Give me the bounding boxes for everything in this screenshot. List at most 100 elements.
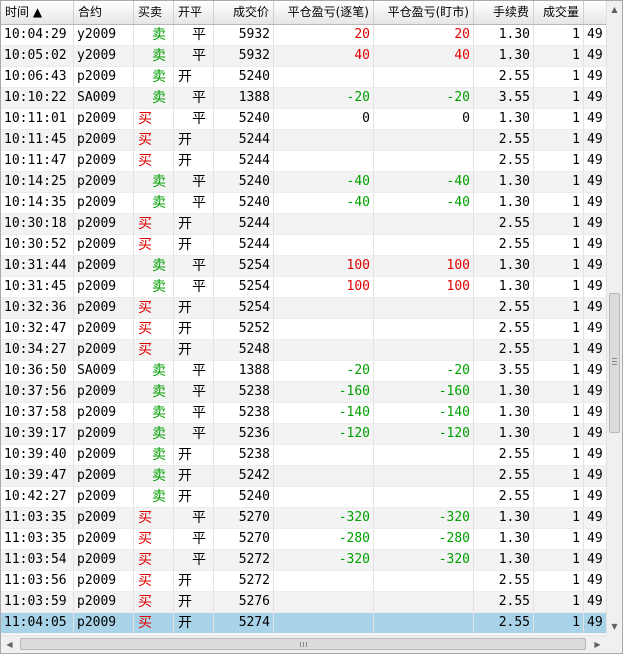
cell-pnl-trade: [274, 340, 374, 360]
cell-open-close: 开: [174, 340, 214, 360]
cell-open-close: 平: [174, 172, 214, 192]
column-header-extra[interactable]: [584, 1, 606, 24]
table-row[interactable]: 10:37:58 p2009 卖平 5238 -140 -140 1.30 1 49: [1, 403, 606, 424]
cell-pnl-trade: [274, 592, 374, 612]
cell-pnl-mark: [374, 298, 474, 318]
cell-extra: 49: [584, 445, 606, 465]
column-header-price[interactable]: 成交价: [214, 1, 274, 24]
cell-price: 5242: [214, 466, 274, 486]
table-row[interactable]: 10:31:45 p2009 卖平 5254 100 100 1.30 1 49: [1, 277, 606, 298]
table-row[interactable]: 10:31:44 p2009 卖平 5254 100 100 1.30 1 49: [1, 256, 606, 277]
table-row[interactable]: 10:14:35 p2009 卖平 5240 -40 -40 1.30 1 49: [1, 193, 606, 214]
cell-side: 买: [134, 550, 174, 570]
cell-extra: 49: [584, 256, 606, 276]
cell-fee: 1.30: [474, 529, 534, 549]
table-row[interactable]: 11:03:35 p2009 买平 5270 -320 -320 1.30 1 49: [1, 508, 606, 529]
table-row[interactable]: 10:11:01 p2009 买平 5240 0 0 1.30 1 49: [1, 109, 606, 130]
horizontal-scrollbar[interactable]: ◀ ▶: [1, 635, 606, 653]
table-row[interactable]: 11:03:56 p2009 买开 5272 2.55 1 49: [1, 571, 606, 592]
cell-pnl-trade: -320: [274, 550, 374, 570]
cell-pnl-mark: -320: [374, 550, 474, 570]
table-row[interactable]: 10:11:45 p2009 买开 5244 2.55 1 49: [1, 130, 606, 151]
column-header-contract[interactable]: 合约: [74, 1, 134, 24]
cell-pnl-trade: -40: [274, 193, 374, 213]
cell-contract: y2009: [74, 46, 134, 66]
vertical-scrollbar[interactable]: ▲ ▼: [606, 1, 622, 637]
cell-fee: 1.30: [474, 403, 534, 423]
table-row[interactable]: 10:32:47 p2009 买开 5252 2.55 1 49: [1, 319, 606, 340]
column-header-time[interactable]: 时间 ▲: [1, 1, 74, 24]
table-row[interactable]: 10:39:47 p2009 卖开 5242 2.55 1 49: [1, 466, 606, 487]
cell-extra: 49: [584, 319, 606, 339]
grip-line: [612, 361, 617, 362]
table-row[interactable]: 11:03:54 p2009 买平 5272 -320 -320 1.30 1 49: [1, 550, 606, 571]
cell-contract: p2009: [74, 571, 134, 591]
cell-price: 5244: [214, 151, 274, 171]
horizontal-scroll-thumb[interactable]: [20, 638, 586, 650]
column-header-side[interactable]: 买卖: [134, 1, 174, 24]
triangle-up-icon[interactable]: ▲: [607, 1, 622, 18]
cell-fee: 1.30: [474, 508, 534, 528]
table-row-selected[interactable]: 11:04:05 p2009 买开 5274 2.55 1 49: [1, 613, 606, 634]
triangle-right-icon[interactable]: ▶: [589, 636, 606, 653]
column-header-open-close[interactable]: 开平: [174, 1, 214, 24]
cell-time: 10:37:58: [1, 403, 74, 423]
table-row[interactable]: 11:03:35 p2009 买平 5270 -280 -280 1.30 1 49: [1, 529, 606, 550]
cell-time: 10:31:45: [1, 277, 74, 297]
cell-open-close: 平: [174, 25, 214, 45]
cell-contract: y2009: [74, 25, 134, 45]
table-row[interactable]: 11:03:59 p2009 买开 5276 2.55 1 49: [1, 592, 606, 613]
cell-time: 11:03:54: [1, 550, 74, 570]
vertical-scroll-thumb[interactable]: [609, 293, 620, 433]
table-row[interactable]: 10:30:18 p2009 买开 5244 2.55 1 49: [1, 214, 606, 235]
column-header-fee[interactable]: 手续费: [474, 1, 534, 24]
cell-open-close: 开: [174, 571, 214, 591]
cell-qty: 1: [534, 25, 584, 45]
cell-pnl-mark: [374, 445, 474, 465]
table-row[interactable]: 10:11:47 p2009 买开 5244 2.55 1 49: [1, 151, 606, 172]
cell-side: 卖: [134, 67, 174, 87]
cell-pnl-trade: 100: [274, 277, 374, 297]
cell-pnl-mark: -320: [374, 508, 474, 528]
table-row[interactable]: 10:06:43 p2009 卖开 5240 2.55 1 49: [1, 67, 606, 88]
cell-pnl-mark: -20: [374, 361, 474, 381]
cell-pnl-trade: [274, 571, 374, 591]
table-row[interactable]: 10:39:17 p2009 卖平 5236 -120 -120 1.30 1 49: [1, 424, 606, 445]
triangle-left-icon[interactable]: ◀: [1, 636, 18, 653]
cell-extra: 49: [584, 340, 606, 360]
cell-side: 买: [134, 235, 174, 255]
cell-pnl-mark: 100: [374, 256, 474, 276]
column-header-pnl-trade[interactable]: 平仓盈亏(逐笔): [274, 1, 374, 24]
cell-contract: p2009: [74, 403, 134, 423]
column-header-qty[interactable]: 成交量: [534, 1, 584, 24]
cell-fee: 1.30: [474, 424, 534, 444]
cell-open-close: 开: [174, 319, 214, 339]
cell-time: 10:30:52: [1, 235, 74, 255]
table-row[interactable]: 10:39:40 p2009 卖开 5238 2.55 1 49: [1, 445, 606, 466]
cell-fee: 1.30: [474, 172, 534, 192]
cell-open-close: 平: [174, 403, 214, 423]
cell-fee: 1.30: [474, 46, 534, 66]
table-row[interactable]: 10:32:36 p2009 买开 5254 2.55 1 49: [1, 298, 606, 319]
table-row[interactable]: 10:14:25 p2009 卖平 5240 -40 -40 1.30 1 49: [1, 172, 606, 193]
cell-pnl-trade: 0: [274, 109, 374, 129]
cell-pnl-trade: [274, 67, 374, 87]
table-row[interactable]: 10:10:22 SA009 卖平 1388 -20 -20 3.55 1 49: [1, 88, 606, 109]
table-row[interactable]: 10:36:50 SA009 卖平 1388 -20 -20 3.55 1 49: [1, 361, 606, 382]
table-row[interactable]: 10:04:29 y2009 卖平 5932 20 20 1.30 1 49: [1, 25, 606, 46]
table-row[interactable]: 10:34:27 p2009 买开 5248 2.55 1 49: [1, 340, 606, 361]
cell-contract: p2009: [74, 193, 134, 213]
cell-extra: 49: [584, 67, 606, 87]
cell-qty: 1: [534, 214, 584, 234]
cell-contract: p2009: [74, 508, 134, 528]
cell-time: 10:42:27: [1, 487, 74, 507]
table-row[interactable]: 10:30:52 p2009 买开 5244 2.55 1 49: [1, 235, 606, 256]
cell-time: 10:39:47: [1, 466, 74, 486]
cell-pnl-mark: -140: [374, 403, 474, 423]
table-row[interactable]: 10:37:56 p2009 卖平 5238 -160 -160 1.30 1 49: [1, 382, 606, 403]
cell-time: 10:14:25: [1, 172, 74, 192]
column-header-pnl-mark[interactable]: 平仓盈亏(盯市): [374, 1, 474, 24]
table-row[interactable]: 10:42:27 p2009 卖开 5240 2.55 1 49: [1, 487, 606, 508]
table-row[interactable]: 10:05:02 y2009 卖平 5932 40 40 1.30 1 49: [1, 46, 606, 67]
triangle-down-icon[interactable]: ▼: [607, 618, 622, 635]
